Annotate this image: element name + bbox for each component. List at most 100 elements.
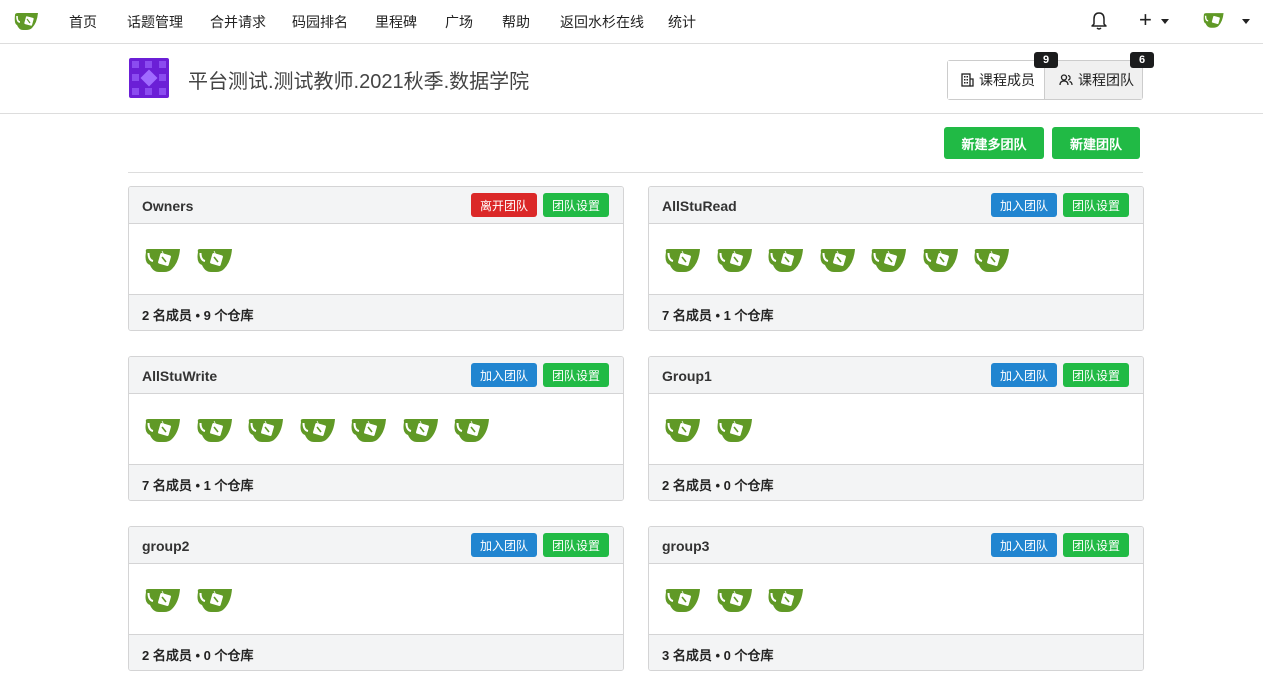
team-name[interactable]: Owners (142, 198, 193, 214)
member-avatar[interactable] (452, 415, 492, 445)
page-title: 平台测试.测试教师.2021秋季.数据学院 (188, 71, 530, 93)
nav-home[interactable]: 首页 (69, 12, 97, 32)
gitea-logo-icon[interactable] (14, 10, 42, 32)
team-name[interactable]: AllStuRead (662, 198, 737, 214)
org-avatar (129, 58, 169, 98)
team-name[interactable]: group3 (662, 538, 709, 554)
team-card-header: group2 加入团队 团队设置 (129, 527, 623, 564)
team-card-header: AllStuWrite 加入团队 团队设置 (129, 357, 623, 394)
join-team-button[interactable]: 加入团队 (991, 363, 1058, 387)
team-card-footer: 7 名成员 • 1 个仓库 (129, 464, 623, 500)
join-team-button[interactable]: 加入团队 (991, 193, 1058, 217)
member-avatar[interactable] (766, 585, 806, 615)
member-avatar[interactable] (663, 585, 703, 615)
team-summary: 2 名成员 • 0 个仓库 (662, 478, 774, 493)
member-avatar[interactable] (195, 415, 235, 445)
member-avatar[interactable] (818, 245, 858, 275)
nav-ranking[interactable]: 码园排名 (292, 12, 348, 32)
member-avatar[interactable] (143, 415, 183, 445)
new-multi-team-button[interactable]: 新建多团队 (944, 127, 1044, 159)
team-settings-button[interactable]: 团队设置 (543, 363, 610, 387)
tab-label: 课程成员 (979, 72, 1035, 88)
team-card: AllStuWrite 加入团队 团队设置 7 名成员 • 1 个仓库 (128, 356, 624, 501)
member-avatar[interactable] (143, 585, 183, 615)
team-name[interactable]: Group1 (662, 368, 712, 384)
member-avatar[interactable] (195, 245, 235, 275)
bell-icon[interactable] (1090, 11, 1108, 31)
team-summary: 7 名成员 • 1 个仓库 (662, 308, 774, 323)
leave-team-button[interactable]: 离开团队 (471, 193, 538, 217)
org-tabs: 课程成员 课程团队 9 6 (947, 52, 1154, 100)
team-card-footer: 2 名成员 • 0 个仓库 (129, 634, 623, 670)
team-settings-button[interactable]: 团队设置 (1063, 533, 1130, 557)
member-avatar[interactable] (663, 245, 703, 275)
new-team-button[interactable]: 新建团队 (1052, 127, 1140, 159)
tab-teams[interactable]: 课程团队 (1045, 61, 1142, 99)
chevron-down-icon[interactable] (1242, 19, 1250, 24)
team-card-header: group3 加入团队 团队设置 (649, 527, 1143, 564)
team-card: Owners 离开团队 团队设置 2 名成员 • 9 个仓库 (128, 186, 624, 331)
team-card: group2 加入团队 团队设置 2 名成员 • 0 个仓库 (128, 526, 624, 671)
team-members (649, 564, 1143, 634)
member-avatar[interactable] (195, 585, 235, 615)
team-card-footer: 2 名成员 • 0 个仓库 (649, 464, 1143, 500)
team-summary: 2 名成员 • 9 个仓库 (142, 308, 254, 323)
nav-help[interactable]: 帮助 (502, 12, 530, 32)
divider (128, 172, 1143, 173)
member-avatar[interactable] (715, 415, 755, 445)
team-card-header: AllStuRead 加入团队 团队设置 (649, 187, 1143, 224)
team-card: AllStuRead 加入团队 团队设置 7 名成员 • 1 个仓库 (648, 186, 1144, 331)
people-icon (1059, 74, 1073, 86)
team-card-header: Group1 加入团队 团队设置 (649, 357, 1143, 394)
building-icon (961, 73, 974, 87)
team-settings-button[interactable]: 团队设置 (1063, 363, 1130, 387)
member-avatar[interactable] (715, 245, 755, 275)
team-name[interactable]: AllStuWrite (142, 368, 217, 384)
member-avatar[interactable] (972, 245, 1012, 275)
member-avatar[interactable] (766, 245, 806, 275)
member-avatar[interactable] (298, 415, 338, 445)
member-avatar[interactable] (715, 585, 755, 615)
team-card-footer: 7 名成员 • 1 个仓库 (649, 294, 1143, 330)
nav-explore[interactable]: 广场 (445, 12, 473, 32)
team-summary: 3 名成员 • 0 个仓库 (662, 648, 774, 663)
member-avatar[interactable] (246, 415, 286, 445)
teams-count-badge: 6 (1130, 52, 1154, 68)
user-avatar[interactable] (1203, 10, 1227, 30)
team-card-footer: 3 名成员 • 0 个仓库 (649, 634, 1143, 670)
team-members (129, 224, 623, 294)
team-card: Group1 加入团队 团队设置 2 名成员 • 0 个仓库 (648, 356, 1144, 501)
join-team-button[interactable]: 加入团队 (991, 533, 1058, 557)
team-settings-button[interactable]: 团队设置 (543, 533, 610, 557)
top-navbar: 首页 话题管理 合并请求 码园排名 里程碑 广场 帮助 返回水杉在线 统计 + (0, 0, 1263, 44)
team-name[interactable]: group2 (142, 538, 189, 554)
nav-milestones[interactable]: 里程碑 (375, 12, 417, 32)
plus-icon[interactable]: + (1139, 8, 1152, 32)
team-members (649, 394, 1143, 464)
org-header: 平台测试.测试教师.2021秋季.数据学院 课程成员 课程团队 9 6 (0, 45, 1263, 114)
member-avatar[interactable] (663, 415, 703, 445)
team-settings-button[interactable]: 团队设置 (1063, 193, 1130, 217)
tab-members[interactable]: 课程成员 (948, 61, 1045, 99)
join-team-button[interactable]: 加入团队 (471, 363, 538, 387)
team-summary: 7 名成员 • 1 个仓库 (142, 478, 254, 493)
team-members (129, 394, 623, 464)
team-members (129, 564, 623, 634)
tab-label: 课程团队 (1078, 72, 1134, 88)
chevron-down-icon[interactable] (1161, 19, 1169, 24)
nav-back-shuishan[interactable]: 返回水杉在线 (560, 12, 644, 32)
member-avatar[interactable] (401, 415, 441, 445)
nav-issues[interactable]: 话题管理 (127, 12, 183, 32)
team-card-header: Owners 离开团队 团队设置 (129, 187, 623, 224)
team-card: group3 加入团队 团队设置 3 名成员 • 0 个仓库 (648, 526, 1144, 671)
member-avatar[interactable] (869, 245, 909, 275)
members-count-badge: 9 (1034, 52, 1058, 68)
team-members (649, 224, 1143, 294)
team-settings-button[interactable]: 团队设置 (543, 193, 610, 217)
member-avatar[interactable] (143, 245, 183, 275)
member-avatar[interactable] (921, 245, 961, 275)
nav-pulls[interactable]: 合并请求 (210, 12, 266, 32)
join-team-button[interactable]: 加入团队 (471, 533, 538, 557)
member-avatar[interactable] (349, 415, 389, 445)
nav-statistics[interactable]: 统计 (668, 12, 696, 32)
